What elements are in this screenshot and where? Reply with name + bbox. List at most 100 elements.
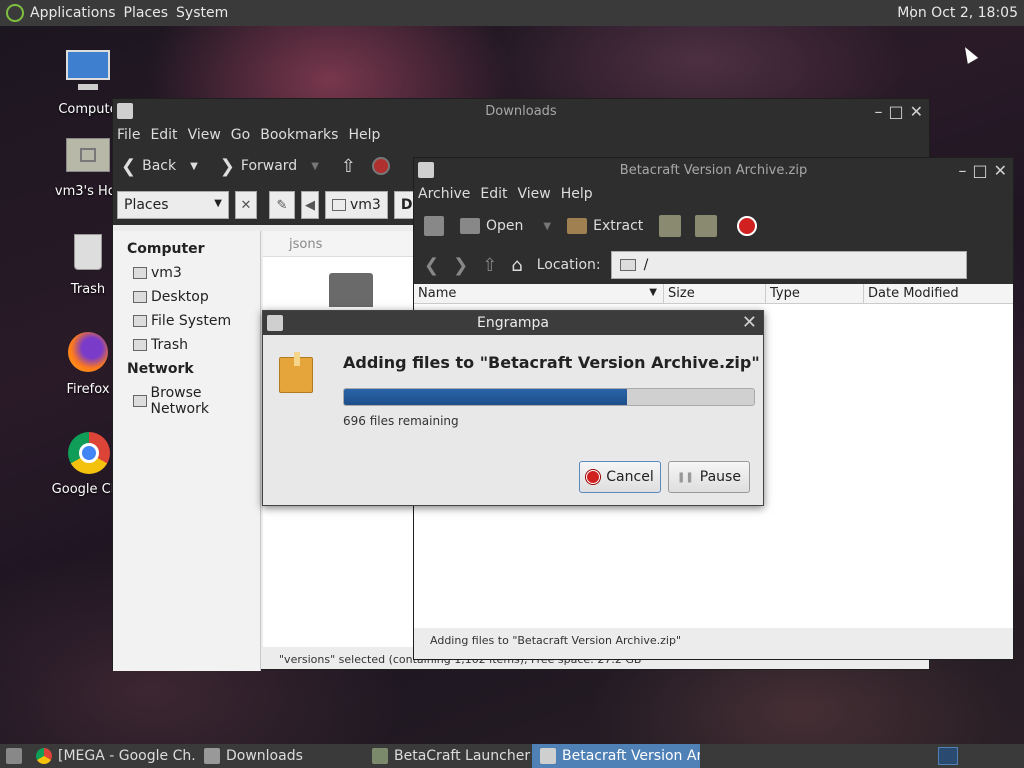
file-manager-titlebar[interactable]: Downloads – □ ✕ <box>113 99 929 123</box>
taskbar-item-betacraft-launcher[interactable]: BetaCraft Launcher ... <box>364 744 532 768</box>
open-button[interactable]: Open ▼ <box>460 218 551 234</box>
progress-fill <box>344 389 627 405</box>
chevron-down-icon[interactable]: ▼ <box>543 221 551 232</box>
computer-icon <box>64 50 112 98</box>
desktop-icon-label: Trash <box>70 282 106 297</box>
chevron-down-icon[interactable]: ▼ <box>311 161 319 172</box>
menu-help[interactable]: Help <box>561 186 593 202</box>
archive-manager-toolbar: Open ▼ Extract <box>414 206 1013 246</box>
menu-edit[interactable]: Edit <box>480 186 507 202</box>
desktop-folder-icon <box>133 291 147 303</box>
column-size[interactable]: Size <box>664 284 766 303</box>
close-icon[interactable]: ✕ <box>910 102 923 121</box>
progress-dialog[interactable]: Engrampa ✕ Adding files to "Betacraft Ve… <box>262 310 764 506</box>
archive-manager-titlebar[interactable]: Betacraft Version Archive.zip – □ ✕ <box>414 158 1013 182</box>
menu-go[interactable]: Go <box>231 127 250 143</box>
back-icon[interactable]: ❮ <box>424 255 439 276</box>
folder-item-jsons[interactable]: jsons <box>263 231 415 257</box>
menu-help[interactable]: Help <box>348 127 380 143</box>
sidebar-item-browse-network[interactable]: Browse Network <box>113 381 260 421</box>
mouse-cursor-icon <box>959 44 979 64</box>
desktop-icon-label: Firefox <box>66 382 110 397</box>
pause-icon: ❚❚ <box>677 471 694 483</box>
trash-icon <box>133 339 147 351</box>
sidebar-item-desktop[interactable]: Desktop <box>113 285 260 309</box>
home-icon[interactable]: ⌂ <box>511 255 522 276</box>
forward-label: Forward <box>240 158 298 174</box>
pause-button[interactable]: ❚❚ Pause <box>668 461 750 493</box>
taskbar-item-archive[interactable]: Betacraft Version Ar... <box>532 744 700 768</box>
close-sidebar-button[interactable]: ✕ <box>235 191 257 219</box>
network-icon <box>133 395 147 407</box>
mate-logo-icon[interactable] <box>6 4 24 22</box>
chrome-icon <box>36 748 52 764</box>
taskbar-item-label: Betacraft Version Ar... <box>562 748 700 764</box>
menu-archive[interactable]: Archive <box>418 186 470 202</box>
menu-system[interactable]: System <box>176 5 228 21</box>
chevron-down-icon[interactable]: ▼ <box>190 161 198 172</box>
menu-view[interactable]: View <box>188 127 221 143</box>
up-arrow-icon[interactable]: ⇧ <box>341 156 356 177</box>
breadcrumb-home[interactable]: vm3 <box>325 191 388 219</box>
taskbar-item-mega[interactable]: [MEGA - Google Ch... <box>28 744 196 768</box>
minimize-icon[interactable]: – <box>958 161 966 180</box>
close-icon: ✕ <box>240 197 252 213</box>
menu-file[interactable]: File <box>117 127 140 143</box>
back-button[interactable]: ❮ Back ▼ <box>121 156 198 177</box>
folder-icon[interactable] <box>329 273 373 307</box>
archive-status: Adding files to "Betacraft Version Archi… <box>414 628 1013 652</box>
desktop-icon <box>6 748 22 764</box>
sidebar-item-file-system[interactable]: File System <box>113 309 260 333</box>
workspace-switcher[interactable] <box>938 747 958 765</box>
column-name[interactable]: Name ▼ <box>414 284 664 303</box>
progress-bar <box>343 388 755 406</box>
add-folder-icon[interactable] <box>695 215 718 237</box>
extract-button[interactable]: Extract <box>567 218 643 234</box>
close-icon[interactable]: ✕ <box>994 161 1007 180</box>
add-files-icon[interactable] <box>659 215 682 237</box>
taskbar-item-downloads[interactable]: Downloads <box>196 744 364 768</box>
clock[interactable]: Mon Oct 2, 18:05 <box>897 5 1018 21</box>
show-desktop-button[interactable] <box>0 744 28 768</box>
sidebar-item-trash[interactable]: Trash <box>113 333 260 357</box>
dialog-title: Engrampa <box>476 315 550 331</box>
sidebar-item-vm3[interactable]: vm3 <box>113 261 260 285</box>
chrome-icon <box>64 430 112 478</box>
stop-icon[interactable] <box>737 216 758 236</box>
new-archive-icon[interactable] <box>424 216 444 236</box>
column-type[interactable]: Type <box>766 284 864 303</box>
archive-columns: Name ▼ Size Type Date Modified <box>414 284 1013 304</box>
close-icon[interactable]: ✕ <box>742 312 757 333</box>
forward-icon[interactable]: ❯ <box>453 255 468 276</box>
forward-button[interactable]: ❯ Forward ▼ <box>220 156 319 177</box>
arrow-left-icon: ❮ <box>121 155 137 177</box>
pause-label: Pause <box>699 469 741 485</box>
menu-places[interactable]: Places <box>124 5 169 21</box>
up-icon[interactable]: ⇧ <box>482 255 497 276</box>
minimize-icon[interactable]: – <box>874 102 882 121</box>
stop-icon[interactable] <box>372 157 390 175</box>
cancel-button[interactable]: Cancel <box>579 461 661 493</box>
places-select[interactable]: Places ▼ <box>117 191 229 219</box>
dialog-titlebar[interactable]: Engrampa ✕ <box>263 311 763 335</box>
column-date-modified[interactable]: Date Modified <box>864 284 1013 303</box>
sidebar-item-label: File System <box>151 313 232 329</box>
chevron-down-icon: ▼ <box>214 198 222 209</box>
menu-applications[interactable]: Applications <box>30 5 116 21</box>
menu-edit[interactable]: Edit <box>150 127 177 143</box>
sidebar-item-label: vm3 <box>151 265 182 281</box>
location-input[interactable]: / <box>610 251 967 279</box>
home-icon <box>332 199 346 211</box>
taskbar: [MEGA - Google Ch... Downloads BetaCraft… <box>0 744 1024 768</box>
breadcrumb-left-button[interactable]: ◀ <box>301 191 319 219</box>
places-sidebar: Computer vm3 Desktop File System Trash N… <box>113 231 261 671</box>
chevron-left-icon: ◀ <box>305 197 315 213</box>
maximize-icon[interactable]: □ <box>888 102 903 121</box>
menu-bookmarks[interactable]: Bookmarks <box>260 127 338 143</box>
maximize-icon[interactable]: □ <box>972 161 987 180</box>
archive-icon <box>540 748 556 764</box>
archive-icon <box>267 315 283 331</box>
menu-view[interactable]: View <box>518 186 551 202</box>
edit-location-button[interactable]: ✎ <box>269 191 295 219</box>
file-manager-menubar: File Edit View Go Bookmarks Help <box>113 123 929 147</box>
